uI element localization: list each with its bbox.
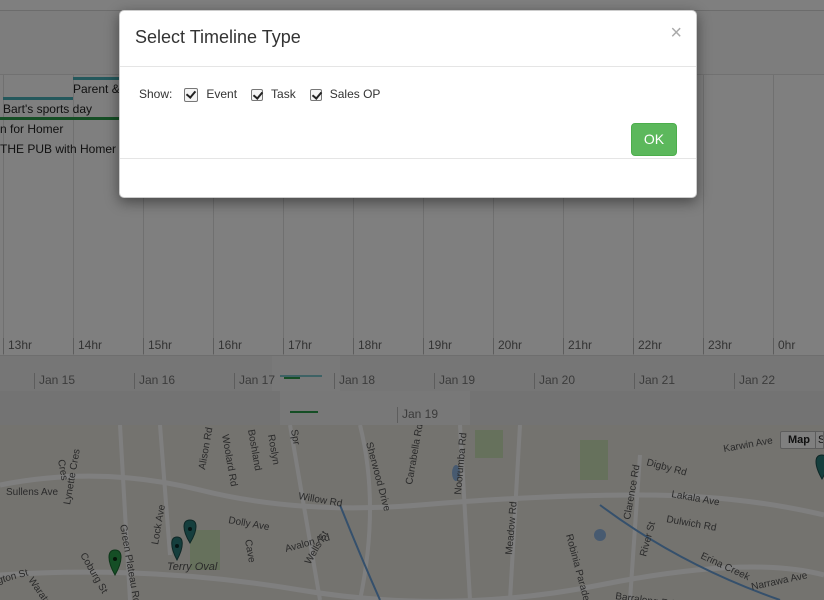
event-checkbox[interactable] (184, 88, 199, 102)
modal-body: Show: Event Task Sales OP OK (120, 67, 696, 159)
show-label: Show: (139, 87, 173, 101)
task-option-label: Task (271, 87, 296, 101)
sales-op-checkbox[interactable] (309, 89, 322, 101)
event-option[interactable]: Event (184, 87, 238, 102)
select-timeline-type-dialog: Select Timeline Type × Show: Event Task … (119, 10, 697, 198)
task-checkbox[interactable] (251, 89, 264, 101)
sales-op-option[interactable]: Sales OP (309, 87, 381, 101)
timeline-type-filter: Show: Event Task Sales OP (139, 87, 394, 102)
modal-title: Select Timeline Type (135, 27, 301, 47)
event-option-label: Event (206, 87, 238, 101)
sales-op-option-label: Sales OP (329, 87, 381, 101)
task-option[interactable]: Task (251, 87, 296, 101)
close-icon[interactable]: × (670, 23, 682, 43)
modal-header: Select Timeline Type × (120, 11, 696, 67)
ok-button[interactable]: OK (631, 123, 677, 156)
